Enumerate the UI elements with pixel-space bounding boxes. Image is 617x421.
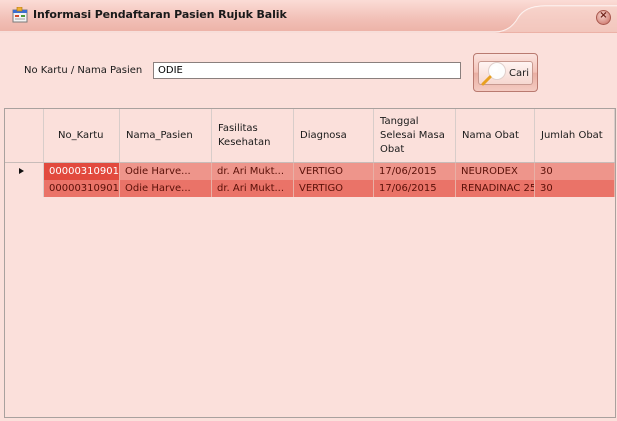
cell-fasilitas-kesehatan[interactable]: dr. Ari Mukt... xyxy=(212,180,294,197)
cell-nama-obat[interactable]: RENADINAC 25 xyxy=(456,180,535,197)
column-header-jumlah-obat[interactable]: Jumlah Obat xyxy=(535,109,615,162)
search-input[interactable] xyxy=(153,62,461,79)
cell-no-kartu[interactable]: 0000031090190 xyxy=(44,180,120,197)
cell-jumlah-obat[interactable]: 30 xyxy=(535,180,615,197)
window-title: Informasi Pendaftaran Pasien Rujuk Balik xyxy=(33,8,287,21)
search-button-label: Cari xyxy=(509,68,529,79)
column-header-diagnosa[interactable]: Diagnosa xyxy=(294,109,374,162)
cell-jumlah-obat[interactable]: 30 xyxy=(535,163,615,180)
cell-nama-pasien[interactable]: Odie Harve... xyxy=(120,180,212,197)
cell-fasilitas-kesehatan[interactable]: dr. Ari Mukt... xyxy=(212,163,294,180)
current-row-arrow-icon xyxy=(19,168,24,174)
row-selector[interactable] xyxy=(5,163,44,180)
column-header-nama-obat[interactable]: Nama Obat xyxy=(456,109,535,162)
column-header-nama-pasien[interactable]: Nama_Pasien xyxy=(120,109,212,162)
row-header-corner xyxy=(5,109,44,162)
dialog-window: Informasi Pendaftaran Pasien Rujuk Balik… xyxy=(0,0,617,421)
column-header-no-kartu[interactable]: No_Kartu xyxy=(44,109,120,162)
title-bar[interactable]: Informasi Pendaftaran Pasien Rujuk Balik… xyxy=(0,0,617,33)
cell-diagnosa[interactable]: VERTIGO xyxy=(294,163,374,180)
row-selector[interactable] xyxy=(5,180,44,197)
app-form-icon xyxy=(12,7,28,23)
results-grid[interactable]: No_Kartu Nama_Pasien Fasilitas Kesehatan… xyxy=(4,108,616,418)
cell-diagnosa[interactable]: VERTIGO xyxy=(294,180,374,197)
grid-header: No_Kartu Nama_Pasien Fasilitas Kesehatan… xyxy=(5,109,615,163)
cell-tanggal-selesai[interactable]: 17/06/2015 xyxy=(374,163,456,180)
column-header-tanggal-selesai[interactable]: Tanggal Selesai Masa Obat xyxy=(374,109,456,162)
magnifier-icon xyxy=(481,62,506,86)
close-button[interactable]: × xyxy=(596,10,611,25)
cell-tanggal-selesai[interactable]: 17/06/2015 xyxy=(374,180,456,197)
table-row[interactable]: 0000031090190 Odie Harve... dr. Ari Mukt… xyxy=(5,163,615,180)
search-button[interactable]: Cari xyxy=(473,53,538,92)
table-row[interactable]: 0000031090190 Odie Harve... dr. Ari Mukt… xyxy=(5,180,615,197)
column-header-fasilitas-kesehatan[interactable]: Fasilitas Kesehatan xyxy=(212,109,294,162)
cell-nama-pasien[interactable]: Odie Harve... xyxy=(120,163,212,180)
close-icon: × xyxy=(599,10,608,21)
cell-no-kartu[interactable]: 0000031090190 xyxy=(44,163,120,180)
cell-nama-obat[interactable]: NEURODEX xyxy=(456,163,535,180)
search-label: No Kartu / Nama Pasien xyxy=(24,65,143,76)
